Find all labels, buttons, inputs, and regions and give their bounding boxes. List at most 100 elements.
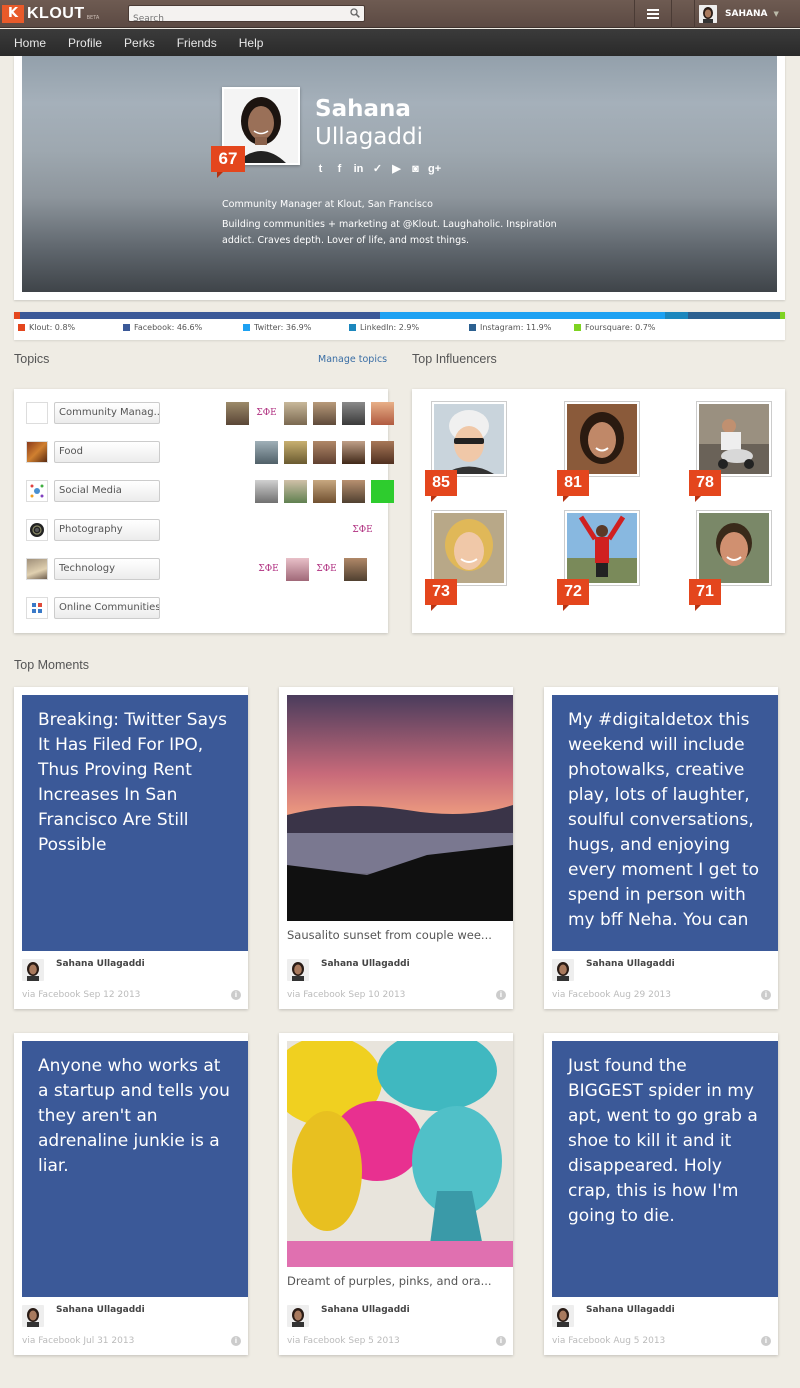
topics-panel: Community Manag... ΣΦΕ Food Social Media	[14, 389, 394, 633]
greek-logo[interactable]: ΣΦΕ	[255, 402, 278, 425]
expert-thumb[interactable]	[344, 558, 367, 581]
topic-item[interactable]: Photography	[26, 519, 160, 541]
moment-author[interactable]: Sahana Ullagaddi	[586, 1305, 675, 1315]
expert-thumb[interactable]	[313, 480, 336, 503]
expert-thumb[interactable]	[284, 441, 307, 464]
influencer-photo	[567, 404, 637, 474]
expert-thumb[interactable]	[226, 402, 249, 425]
user-menu[interactable]: SAHANA ▼	[694, 0, 800, 28]
topic-button[interactable]: Social Media	[54, 480, 160, 502]
social-links: t f in ✓ ▶ ◙ g+	[314, 163, 442, 176]
info-icon[interactable]: i	[231, 990, 241, 1000]
expert-thumb[interactable]	[313, 441, 336, 464]
moment-author[interactable]: Sahana Ullagaddi	[321, 1305, 410, 1315]
topic-item[interactable]: Social Media	[26, 480, 160, 502]
avatar	[552, 1305, 574, 1327]
topic-item[interactable]: Online Communities	[26, 597, 160, 619]
twitter-icon[interactable]: t	[314, 163, 327, 176]
influencer-card[interactable]	[696, 401, 772, 477]
nav-profile[interactable]: Profile	[68, 36, 102, 50]
expert-thumb[interactable]	[371, 402, 394, 425]
klout-logo-mark: K	[2, 5, 24, 23]
topic-button[interactable]: Community Manag...	[54, 402, 160, 424]
moment-author[interactable]: Sahana Ullagaddi	[321, 959, 410, 969]
moment-caption: Dreamt of purples, pinks, and ora...	[287, 1274, 492, 1288]
moment-card[interactable]: Dreamt of purples, pinks, and ora... Sah…	[279, 1033, 513, 1355]
profile-cover: 67 Sahana Ullagaddi t f in ✓ ▶ ◙ g+ Comm…	[22, 56, 777, 292]
moment-card[interactable]: Sausalito sunset from couple wee... Saha…	[279, 687, 513, 1009]
influencer-photo	[567, 513, 637, 583]
expert-thumb[interactable]	[313, 402, 336, 425]
network-legend-item: Klout: 0.8%	[18, 323, 123, 332]
moment-text: Just found the BIGGEST spider in my apt,…	[552, 1041, 778, 1297]
moment-author[interactable]: Sahana Ullagaddi	[56, 959, 145, 969]
topic-experts: ΣΦΕ	[226, 402, 394, 425]
info-icon[interactable]: i	[496, 1336, 506, 1346]
moment-source: via Facebook Sep 12 2013	[22, 990, 141, 1000]
nav-friends[interactable]: Friends	[177, 36, 217, 50]
info-icon[interactable]: i	[231, 1336, 241, 1346]
social-media-icon	[26, 480, 48, 502]
klout-logo[interactable]: K KLOUT BETA	[2, 4, 99, 24]
moment-photo	[287, 1041, 513, 1267]
expert-thumb[interactable]	[284, 402, 307, 425]
topic-button[interactable]: Food	[54, 441, 160, 463]
influencer-card[interactable]	[431, 401, 507, 477]
influencer-score: 85	[425, 470, 457, 502]
beta-label: BETA	[86, 15, 100, 21]
moment-author[interactable]: Sahana Ullagaddi	[56, 1305, 145, 1315]
influencer-card[interactable]	[564, 510, 640, 586]
foursquare-icon[interactable]: ✓	[371, 163, 384, 176]
manage-topics-link[interactable]: Manage topics	[318, 354, 387, 365]
expert-thumb[interactable]	[255, 441, 278, 464]
topic-item[interactable]: Technology	[26, 558, 160, 580]
expert-thumb[interactable]	[284, 480, 307, 503]
info-icon[interactable]: i	[761, 990, 771, 1000]
expert-thumb[interactable]	[342, 402, 365, 425]
influencer-card[interactable]	[696, 510, 772, 586]
info-icon[interactable]: i	[761, 1336, 771, 1346]
network-segment	[20, 312, 381, 319]
expert-thumb[interactable]	[255, 480, 278, 503]
chevron-down-icon: ▼	[773, 10, 779, 18]
moment-card[interactable]: Breaking: Twitter Says It Has Filed For …	[14, 687, 248, 1009]
moment-author[interactable]: Sahana Ullagaddi	[586, 959, 675, 969]
moment-text: My #digitaldetox this weekend will inclu…	[552, 695, 778, 951]
expert-thumb[interactable]	[342, 441, 365, 464]
expert-thumb[interactable]	[371, 441, 394, 464]
search-input[interactable]	[129, 11, 339, 27]
youtube-icon[interactable]: ▶	[390, 163, 403, 176]
influencer-card[interactable]	[431, 510, 507, 586]
search-icon[interactable]	[350, 8, 360, 18]
linkedin-icon[interactable]: in	[352, 163, 365, 176]
topic-item[interactable]: Community Manag...	[26, 402, 160, 424]
googleplus-icon[interactable]: g+	[428, 163, 441, 176]
instagram-icon[interactable]: ◙	[409, 163, 422, 176]
greek-logo[interactable]: ΣΦΕ	[351, 519, 374, 542]
topic-button[interactable]: Technology	[54, 558, 160, 580]
topic-button[interactable]: Photography	[54, 519, 160, 541]
expert-thumb[interactable]	[371, 480, 394, 503]
greek-logo[interactable]: ΣΦΕ	[257, 558, 280, 581]
expert-thumb[interactable]	[286, 558, 309, 581]
influencer-photo	[699, 404, 769, 474]
menu-button[interactable]	[634, 0, 672, 28]
info-icon[interactable]: i	[496, 990, 506, 1000]
moment-card[interactable]: Anyone who works at a startup and tells …	[14, 1033, 248, 1355]
topic-button[interactable]: Online Communities	[54, 597, 160, 619]
moment-card[interactable]: Just found the BIGGEST spider in my apt,…	[544, 1033, 778, 1355]
nav-perks[interactable]: Perks	[124, 36, 155, 50]
moment-card[interactable]: My #digitaldetox this weekend will inclu…	[544, 687, 778, 1009]
influencer-card[interactable]	[564, 401, 640, 477]
nav-home[interactable]: Home	[14, 36, 46, 50]
moment-caption: Sausalito sunset from couple wee...	[287, 928, 492, 942]
network-legend-item: Foursquare: 0.7%	[574, 323, 674, 332]
online-communities-icon	[26, 597, 48, 619]
network-segment	[779, 312, 785, 319]
expert-thumb[interactable]	[342, 480, 365, 503]
nav-help[interactable]: Help	[239, 36, 264, 50]
greek-logo[interactable]: ΣΦΕ	[315, 558, 338, 581]
facebook-icon[interactable]: f	[333, 163, 346, 176]
influencer-score: 71	[689, 579, 721, 611]
topic-item[interactable]: Food	[26, 441, 160, 463]
